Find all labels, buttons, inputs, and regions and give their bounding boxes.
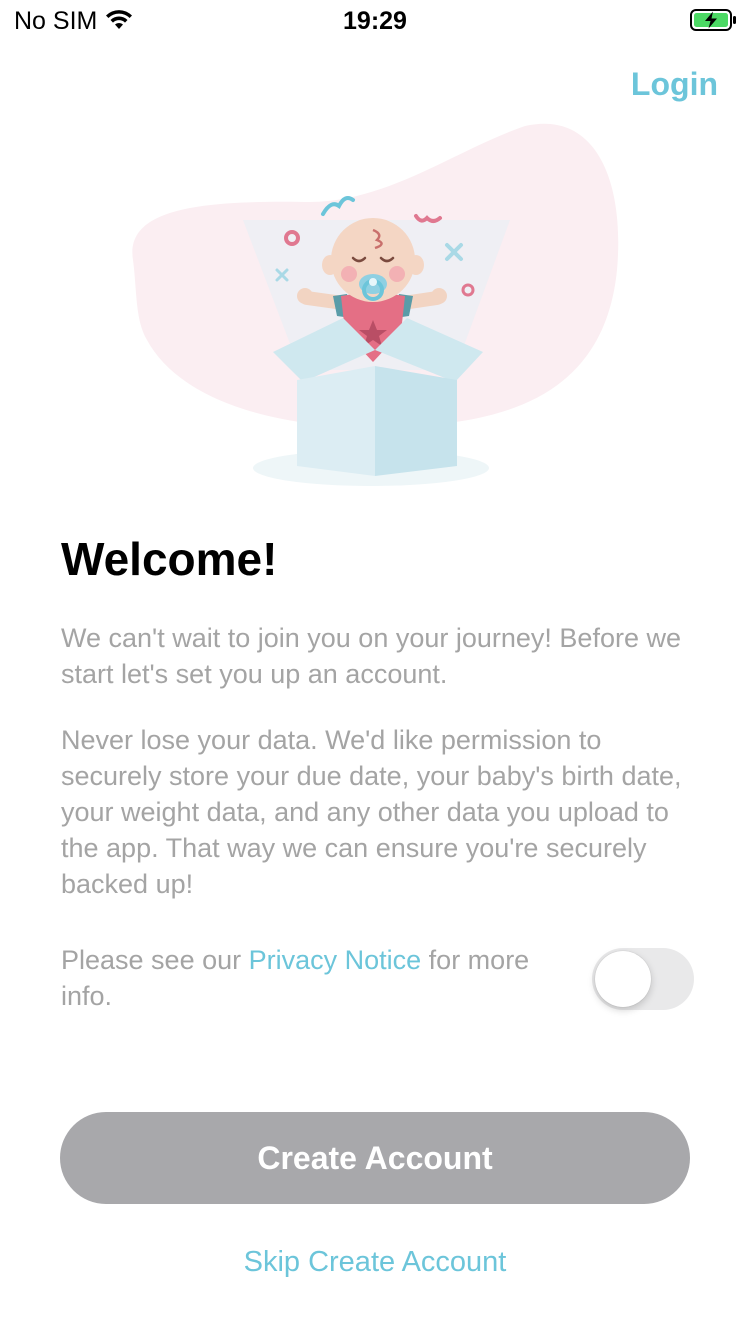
intro-text: We can't wait to join you on your journe… [61,623,681,689]
toggle-knob [595,951,651,1007]
skip-create-account-button[interactable]: Skip Create Account [0,1246,750,1279]
baby-in-gift-box-illustration [125,120,625,500]
status-bar: No SIM 19:29 [0,0,750,40]
box-front-left [297,366,375,476]
welcome-title: Welcome! [61,533,278,585]
welcome-screen: No SIM 19:29 Login Welcome! We can't wai… [0,0,750,1334]
box-front-right [375,366,457,476]
privacy-notice-link[interactable]: Privacy Notice [249,945,422,975]
clock: 19:29 [343,7,407,35]
permission-text: Never lose your data. We'd like permissi… [61,725,682,899]
data-permission-toggle[interactable] [592,948,694,1010]
login-link[interactable]: Login [631,66,718,103]
create-account-button[interactable]: Create Account [60,1112,690,1204]
battery-charging-icon [690,8,738,37]
privacy-notice-text: Please see our Privacy Notice for more i… [61,942,561,1014]
privacy-prefix: Please see our [61,945,249,975]
